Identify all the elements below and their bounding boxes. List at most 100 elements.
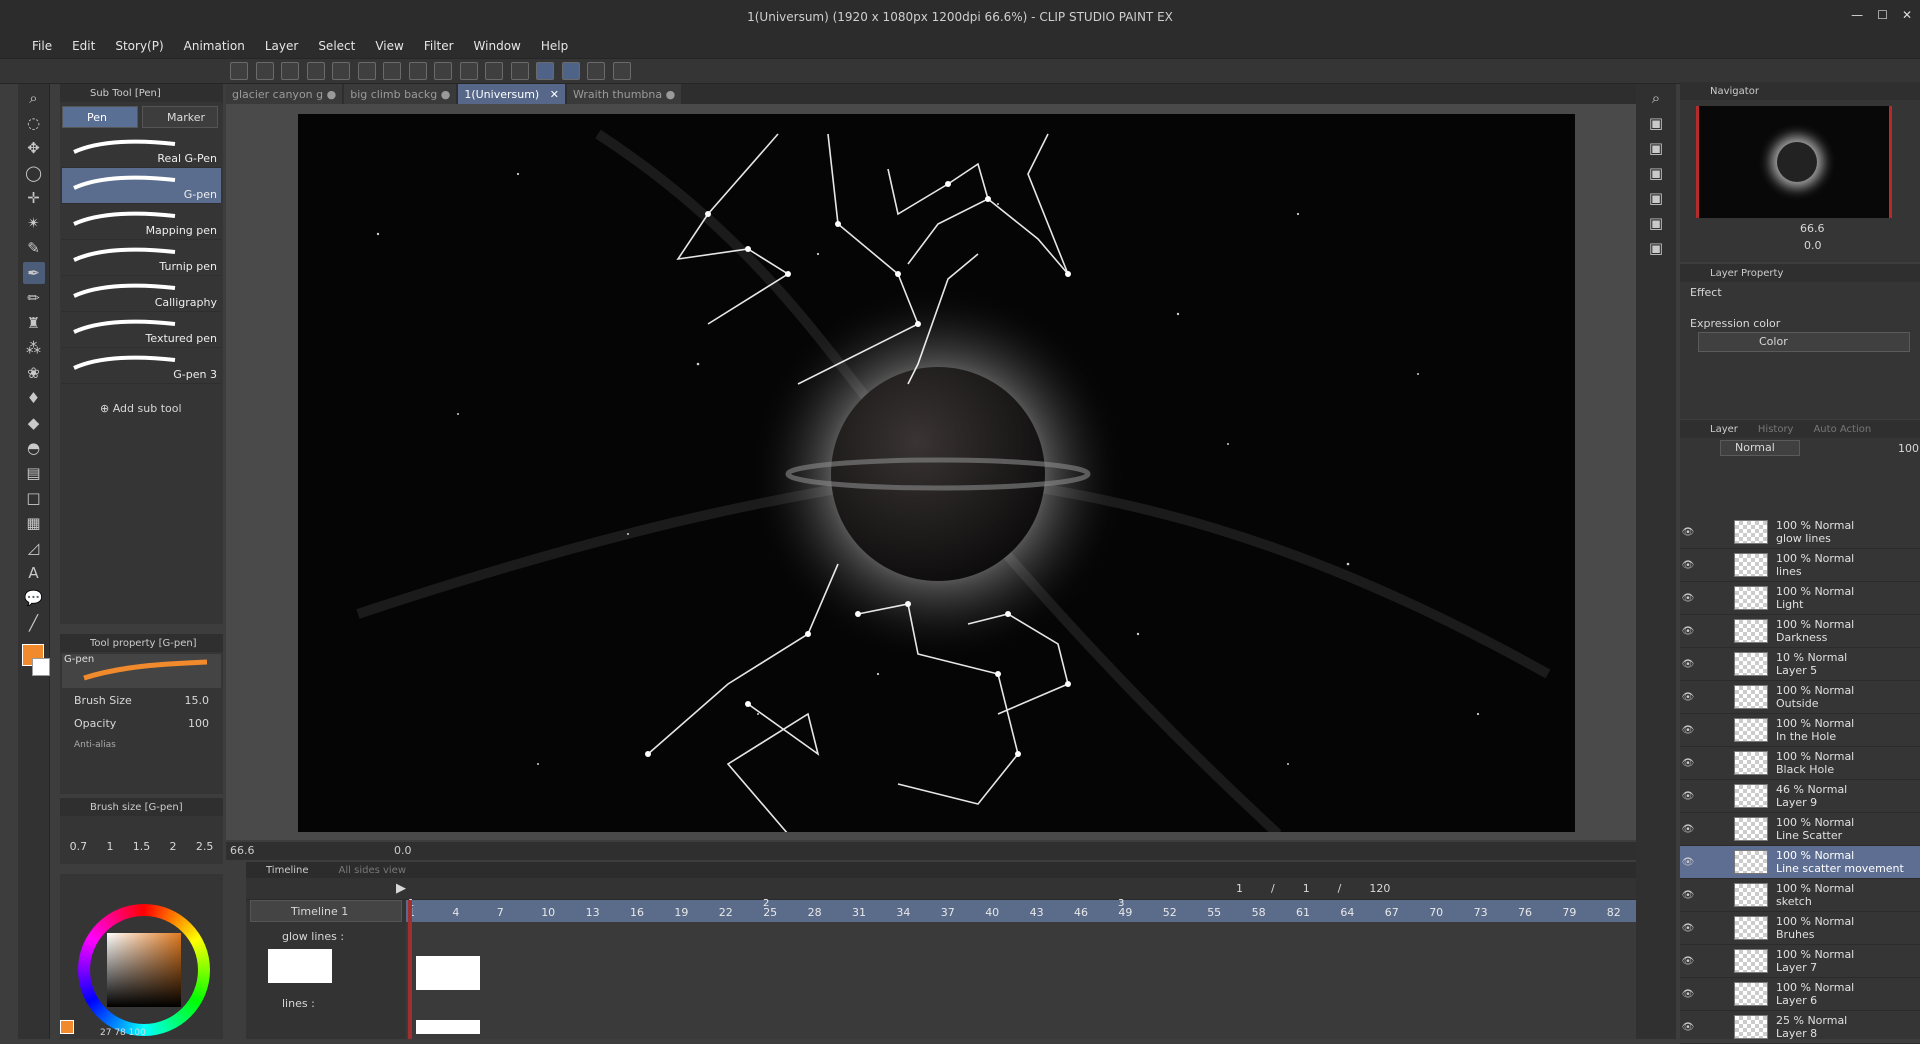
eye-icon[interactable]: 👁 bbox=[1680, 626, 1696, 637]
frame-number[interactable]: 7 bbox=[497, 906, 504, 919]
menu-story[interactable]: Story(P) bbox=[105, 39, 173, 53]
material-icon[interactable]: ▣ bbox=[1645, 162, 1667, 184]
redo-icon[interactable] bbox=[357, 62, 376, 80]
add-sub-tool-button[interactable]: ⊕ Add sub tool bbox=[100, 402, 182, 415]
move-layer-icon[interactable]: ✥ bbox=[23, 137, 45, 159]
brush-size-preset[interactable]: 2.5 bbox=[196, 840, 214, 853]
tab-layer[interactable]: Layer bbox=[1710, 424, 1738, 435]
clear-icon[interactable] bbox=[383, 62, 401, 80]
opacity-value[interactable]: 100 bbox=[188, 717, 209, 730]
blend-icon[interactable]: ♦ bbox=[23, 387, 45, 409]
tab-auto-action[interactable]: Auto Action bbox=[1813, 424, 1871, 435]
eye-icon[interactable]: 👁 bbox=[1680, 857, 1696, 868]
frame-number[interactable]: 58 bbox=[1252, 906, 1266, 919]
eye-icon[interactable]: 👁 bbox=[1680, 692, 1696, 703]
frame-number[interactable]: 31 bbox=[852, 906, 866, 919]
eye-icon[interactable]: 👁 bbox=[1680, 989, 1696, 1000]
blend-mode-select[interactable]: Normal bbox=[1720, 440, 1800, 456]
layer-row[interactable]: 👁 100 % Normal Darkness bbox=[1680, 615, 1920, 648]
eye-icon[interactable]: 👁 bbox=[1680, 890, 1696, 901]
airbrush-icon[interactable]: ⁂ bbox=[23, 337, 45, 359]
decoration-icon[interactable]: ❀ bbox=[23, 362, 45, 384]
frame-number[interactable]: 19 bbox=[674, 906, 688, 919]
playhead[interactable] bbox=[408, 900, 412, 1039]
undo-icon[interactable] bbox=[332, 62, 350, 80]
save-icon[interactable] bbox=[306, 62, 325, 80]
text-icon[interactable]: A bbox=[23, 562, 45, 584]
layer-row[interactable]: 👁 100 % Normal Layer 7 bbox=[1680, 945, 1920, 978]
layer-row[interactable]: 👁 100 % Normal Line scatter movement bbox=[1680, 846, 1920, 879]
frame-number[interactable]: 43 bbox=[1030, 906, 1044, 919]
sub-tool-item[interactable]: Mapping pen bbox=[62, 204, 221, 240]
tab-pen[interactable]: Pen bbox=[62, 106, 138, 128]
navigator-zoom[interactable]: 66.6 bbox=[1800, 222, 1825, 235]
eye-icon[interactable]: 👁 bbox=[1680, 560, 1696, 571]
sub-tool-item[interactable]: Textured pen bbox=[62, 312, 221, 348]
menu-help[interactable]: Help bbox=[531, 39, 578, 53]
layer-row[interactable]: 👁 10 % Normal Layer 5 bbox=[1680, 648, 1920, 681]
layer-row[interactable]: 👁 100 % Normal sketch bbox=[1680, 879, 1920, 912]
frame-number[interactable]: 73 bbox=[1474, 906, 1488, 919]
eye-icon[interactable]: 👁 bbox=[1680, 758, 1696, 769]
frame-number[interactable]: 22 bbox=[719, 906, 733, 919]
deselect-icon[interactable] bbox=[485, 62, 503, 80]
layer-opacity-value[interactable]: 100 bbox=[1898, 442, 1919, 455]
layer-row[interactable]: 👁 100 % Normal Black Hole bbox=[1680, 747, 1920, 780]
eye-icon[interactable]: 👁 bbox=[1680, 923, 1696, 934]
menu-edit[interactable]: Edit bbox=[62, 39, 105, 53]
open-file-icon[interactable] bbox=[281, 62, 299, 80]
frame-number[interactable]: 55 bbox=[1207, 906, 1221, 919]
invert-icon[interactable] bbox=[510, 62, 529, 80]
lasso-icon[interactable]: ◯ bbox=[23, 162, 45, 184]
artwork-canvas[interactable] bbox=[298, 114, 1575, 832]
track-glow-lines[interactable]: glow lines : bbox=[246, 922, 406, 943]
eye-icon[interactable]: 👁 bbox=[1680, 824, 1696, 835]
zoom-value[interactable]: 66.6 bbox=[230, 844, 255, 857]
maximize-icon[interactable]: ☐ bbox=[1877, 8, 1888, 22]
angle-value[interactable]: 0.0 bbox=[394, 844, 412, 857]
sub-tool-item[interactable]: Real G-Pen bbox=[62, 132, 221, 168]
brush-size-preset[interactable]: 1 bbox=[106, 840, 113, 853]
menu-select[interactable]: Select bbox=[308, 39, 365, 53]
brush-size-preset[interactable]: 0.7 bbox=[70, 840, 88, 853]
layer-row[interactable]: 👁 100 % Normal Outside bbox=[1680, 681, 1920, 714]
timeline-select[interactable]: Timeline 1 bbox=[250, 900, 402, 922]
frame-number[interactable]: 4 bbox=[452, 906, 459, 919]
fill-bucket-icon[interactable]: ◓ bbox=[23, 437, 45, 459]
transform-icon[interactable] bbox=[434, 62, 452, 80]
doc-tab[interactable]: Wraith thumbna ● bbox=[566, 84, 682, 104]
pencil-icon[interactable]: ✏ bbox=[23, 287, 45, 309]
frame-number[interactable]: 67 bbox=[1385, 906, 1399, 919]
track-lines[interactable]: lines : bbox=[246, 983, 406, 1010]
material-icon[interactable]: ▣ bbox=[1645, 237, 1667, 259]
color-square[interactable] bbox=[107, 933, 181, 1007]
frame-number[interactable]: 37 bbox=[941, 906, 955, 919]
all-sides-view-tab[interactable]: All sides view bbox=[339, 865, 406, 876]
correct-line-icon[interactable]: ╱ bbox=[23, 612, 45, 634]
app-icon[interactable] bbox=[230, 62, 248, 80]
cel-lines[interactable] bbox=[416, 1020, 480, 1034]
search-icon[interactable]: ⌕ bbox=[1645, 87, 1667, 109]
pen-icon[interactable]: ✒ bbox=[22, 262, 45, 284]
select-all-icon[interactable] bbox=[459, 62, 478, 80]
brush-size-value[interactable]: 15.0 bbox=[185, 694, 210, 707]
brush-size-preset[interactable]: 2 bbox=[170, 840, 177, 853]
snap-ruler-icon[interactable] bbox=[536, 62, 554, 80]
cel-glow-lines[interactable] bbox=[416, 956, 480, 990]
frame-number[interactable]: 10 bbox=[541, 906, 555, 919]
play-icon[interactable]: ▶ bbox=[396, 881, 406, 896]
doc-tab-active[interactable]: 1(Universum) ✕ bbox=[458, 84, 565, 104]
layer-row[interactable]: 👁 100 % Normal Light bbox=[1680, 582, 1920, 615]
eyedropper-icon[interactable]: ✎ bbox=[23, 237, 45, 259]
layer-row[interactable]: 👁 25 % Normal Layer 8 bbox=[1680, 1011, 1920, 1044]
figure-icon[interactable]: □ bbox=[23, 487, 45, 509]
tab-marker[interactable]: Marker bbox=[142, 106, 218, 128]
close-icon[interactable]: ✕ bbox=[1902, 8, 1912, 22]
navigator-angle[interactable]: 0.0 bbox=[1804, 239, 1822, 252]
minimize-icon[interactable]: — bbox=[1851, 8, 1863, 22]
frame-number[interactable]: 40 bbox=[985, 906, 999, 919]
eye-icon[interactable]: 👁 bbox=[1680, 956, 1696, 967]
magic-wand-icon[interactable]: ✴ bbox=[23, 212, 45, 234]
menu-filter[interactable]: Filter bbox=[414, 39, 464, 53]
eye-icon[interactable]: 👁 bbox=[1680, 725, 1696, 736]
